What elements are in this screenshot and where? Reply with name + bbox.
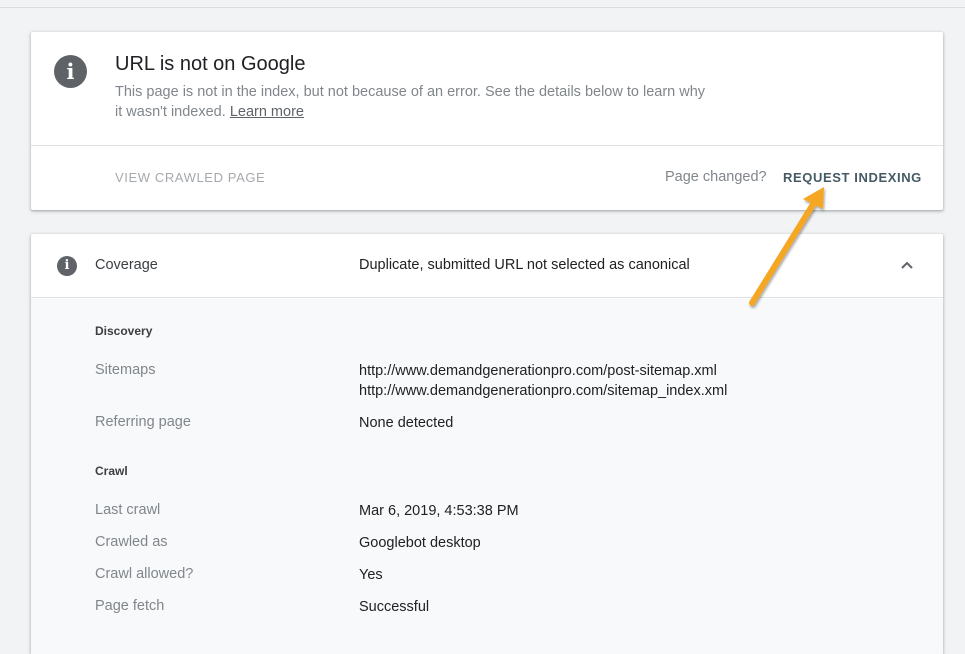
status-description: This page is not in the index, but not b… bbox=[115, 82, 715, 122]
referring-page-value: None detected bbox=[359, 415, 454, 431]
annotation-arrow-icon bbox=[749, 187, 824, 306]
coverage-details: Discovery Sitemaps http://www.demandgene… bbox=[31, 299, 943, 654]
last-crawl-label: Last crawl bbox=[95, 502, 161, 518]
discovery-heading: Discovery bbox=[95, 324, 153, 338]
info-icon: i bbox=[54, 55, 87, 88]
sitemap-url: http://www.demandgenerationpro.com/post-… bbox=[359, 363, 717, 379]
page-fetch-value: Successful bbox=[359, 599, 430, 615]
view-crawled-page-button[interactable]: VIEW CRAWLED PAGE bbox=[115, 170, 265, 185]
sitemap-url: http://www.demandgenerationpro.com/sitem… bbox=[359, 383, 728, 399]
status-description-text: This page is not in the index, but not b… bbox=[115, 84, 706, 120]
coverage-info-icon: i bbox=[57, 256, 77, 276]
top-toolbar-edge bbox=[0, 0, 965, 8]
coverage-label: Coverage bbox=[95, 257, 158, 273]
learn-more-link[interactable]: Learn more bbox=[230, 104, 304, 120]
crawl-heading: Crawl bbox=[95, 464, 128, 478]
coverage-value: Duplicate, submitted URL not selected as… bbox=[359, 257, 690, 273]
crawled-as-label: Crawled as bbox=[95, 534, 168, 550]
page-fetch-label: Page fetch bbox=[95, 598, 165, 614]
sitemaps-label: Sitemaps bbox=[95, 362, 156, 378]
referring-page-label: Referring page bbox=[95, 414, 191, 430]
crawl-allowed-value: Yes bbox=[359, 567, 383, 583]
status-title: URL is not on Google bbox=[115, 53, 306, 75]
crawled-as-value: Googlebot desktop bbox=[359, 535, 481, 551]
card-divider bbox=[31, 145, 943, 146]
chevron-up-icon[interactable] bbox=[900, 258, 914, 272]
crawl-allowed-label: Crawl allowed? bbox=[95, 566, 194, 582]
last-crawl-value: Mar 6, 2019, 4:53:38 PM bbox=[359, 503, 519, 519]
sitemaps-list: http://www.demandgenerationpro.com/post-… bbox=[359, 361, 727, 401]
